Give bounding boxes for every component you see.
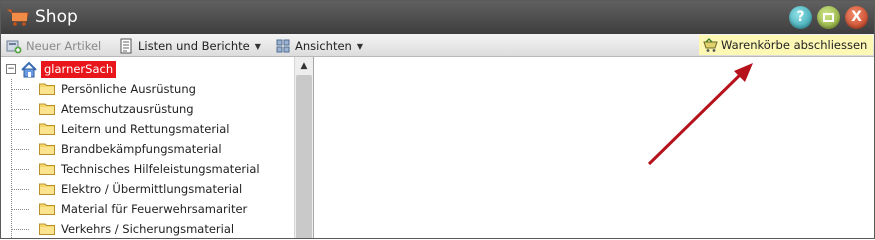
tree-item-label: Leitern und Rettungsmaterial	[61, 122, 230, 136]
folder-icon	[39, 203, 55, 215]
views-label: Ansichten	[295, 39, 352, 53]
tree-item[interactable]: Material für Feuerwehrsamariter	[11, 199, 291, 219]
content-area	[315, 57, 874, 238]
tree-item[interactable]: Persönliche Ausrüstung	[11, 79, 291, 99]
cart-lock-icon	[703, 38, 718, 52]
new-article-button[interactable]: Neuer Artikel	[6, 38, 106, 54]
tree-item[interactable]: Verkehrs / Sicherungsmaterial	[11, 219, 291, 238]
tree-item[interactable]: Technisches Hilfeleistungsmaterial	[11, 159, 291, 179]
folder-icon	[39, 163, 55, 175]
tree-item[interactable]: Brandbekämpfungsmaterial	[11, 139, 291, 159]
close-button[interactable]: X	[845, 6, 868, 29]
shopping-cart-icon	[7, 9, 29, 26]
close-icon: X	[851, 9, 862, 25]
tree-scrollbar[interactable]: ▲	[294, 57, 313, 238]
folder-icon	[39, 143, 55, 155]
views-grid-icon	[276, 39, 290, 53]
new-article-label: Neuer Artikel	[26, 39, 102, 53]
report-icon	[120, 38, 132, 54]
tree-item-label: Technisches Hilfeleistungsmaterial	[61, 162, 260, 176]
toolbar: Neuer Artikel Listen und Berichte ▼ Ansic…	[1, 34, 874, 57]
close-carts-label: Warenkörbe abschliessen	[721, 38, 868, 52]
folder-icon	[39, 223, 55, 235]
tree-item[interactable]: Leitern und Rettungsmaterial	[11, 119, 291, 139]
tree-item-label: Verkehrs / Sicherungsmaterial	[61, 222, 235, 236]
tree-item-label: Brandbekämpfungsmaterial	[61, 142, 222, 156]
views-menu[interactable]: Ansichten ▼	[275, 38, 365, 54]
help-button[interactable]: ?	[789, 6, 812, 29]
category-tree-panel: − glarnerSach Persönliche Ausrüstung Ate…	[1, 57, 314, 238]
lists-reports-label: Listen und Berichte	[138, 39, 250, 53]
folder-icon	[39, 183, 55, 195]
window-title: Shop	[35, 7, 78, 27]
category-tree: − glarnerSach Persönliche Ausrüstung Ate…	[1, 57, 294, 238]
tree-item-label: Persönliche Ausrüstung	[61, 82, 196, 96]
title-bar: Shop ? X	[1, 1, 874, 34]
maximize-icon	[823, 13, 834, 22]
maximize-button[interactable]	[817, 6, 840, 29]
shop-window: Shop ? X Neuer Artikel Listen und Berich…	[0, 0, 875, 239]
new-article-icon	[6, 40, 22, 54]
folder-icon	[39, 103, 55, 115]
chevron-down-icon: ▼	[254, 42, 261, 51]
folder-icon	[39, 83, 55, 95]
tree-item-label: Elektro / Übermittlungsmaterial	[61, 182, 243, 196]
tree-item-label: Material für Feuerwehrsamariter	[61, 202, 248, 216]
scroll-thumb[interactable]	[296, 75, 312, 238]
home-icon	[21, 61, 37, 78]
tree-item-label: Atemschutzausrüstung	[61, 102, 194, 116]
folder-icon	[39, 123, 55, 135]
scroll-up-icon[interactable]: ▲	[295, 57, 313, 75]
close-carts-button[interactable]: Warenkörbe abschliessen	[699, 35, 873, 55]
lists-reports-menu[interactable]: Listen und Berichte ▼	[118, 38, 263, 54]
help-icon: ?	[796, 9, 805, 25]
tree-root-label: glarnerSach	[41, 61, 117, 78]
tree-item[interactable]: Atemschutzausrüstung	[11, 99, 291, 119]
collapse-toggle-icon[interactable]: −	[6, 64, 16, 74]
tree-item[interactable]: Elektro / Übermittlungsmaterial	[11, 179, 291, 199]
chevron-down-icon: ▼	[356, 42, 363, 51]
